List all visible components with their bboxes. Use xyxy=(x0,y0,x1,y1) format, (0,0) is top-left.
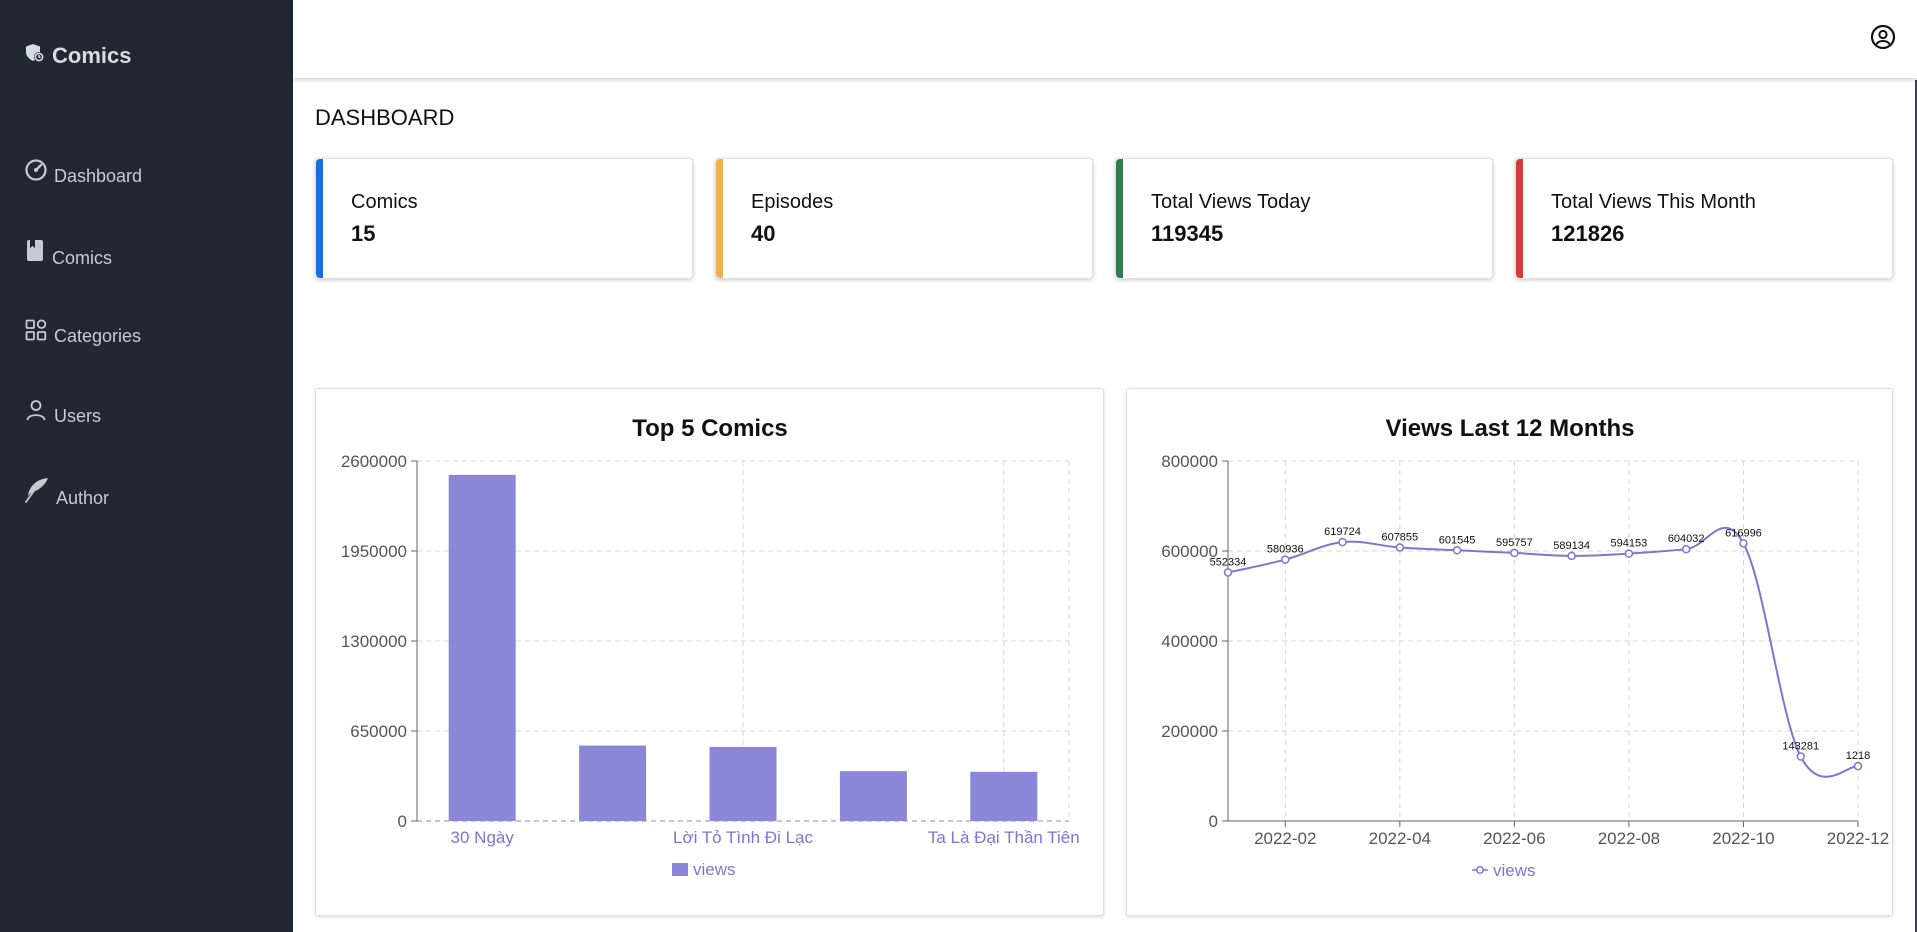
data-label: 552334 xyxy=(1210,556,1247,568)
sidebar-item-users[interactable]: Users xyxy=(24,398,101,427)
series-line xyxy=(1227,526,1859,778)
y-tick-label: 200000 xyxy=(1161,722,1218,741)
data-label: 589134 xyxy=(1553,540,1590,552)
data-point xyxy=(1395,543,1405,552)
card-value: 40 xyxy=(751,221,776,246)
x-tick-label: 2022-06 xyxy=(1483,829,1545,848)
bar xyxy=(448,474,516,821)
x-tick-label: 30 Ngày xyxy=(451,828,515,847)
feather-icon xyxy=(24,476,56,509)
x-tick-label: 2022-10 xyxy=(1712,829,1774,848)
card-accent-bar xyxy=(716,159,723,278)
card-title: Total Views This Month xyxy=(1551,191,1756,213)
sidebar-item-label: Categories xyxy=(54,326,142,346)
top-comics-chart: Top 5 Comics 0 650000 1300000 1950000 2600000… xyxy=(341,415,1080,879)
stat-card-views-today: Total Views Today 119345 xyxy=(1115,158,1493,279)
stat-card-views-month: Total Views This Month 121826 xyxy=(1515,158,1893,279)
data-point xyxy=(1510,548,1519,558)
bar xyxy=(839,771,907,821)
data-label: 604032 xyxy=(1668,533,1705,545)
top-comics-panel: Top 5 Comics 0 650000 1300000 1950000 2600000… xyxy=(315,388,1104,916)
data-point xyxy=(1624,549,1634,558)
data-label: 616996 xyxy=(1725,527,1762,539)
card-value: 121826 xyxy=(1551,221,1625,246)
card-title: Total Views Today xyxy=(1151,191,1311,213)
y-tick-label: 1300000 xyxy=(341,632,407,651)
data-point xyxy=(1796,752,1805,761)
sidebar-item-comics[interactable]: Comics xyxy=(24,238,112,269)
data-point xyxy=(1281,555,1290,564)
card-accent-bar xyxy=(1516,159,1523,278)
user-icon xyxy=(24,398,54,427)
sidebar-item-categories[interactable]: Categories xyxy=(24,318,141,347)
sidebar: Comics Dashboard Comics Categories Users… xyxy=(0,0,293,932)
data-label: 619724 xyxy=(1324,526,1361,538)
legend-swatch xyxy=(672,863,688,876)
card-title: Episodes xyxy=(751,191,834,213)
bar xyxy=(709,746,777,821)
x-tick-label: 2022-12 xyxy=(1827,829,1889,848)
legend-marker xyxy=(1476,866,1484,874)
data-point xyxy=(1223,568,1233,577)
categories-icon xyxy=(24,318,54,347)
sidebar-item-dashboard[interactable]: Dashboard xyxy=(24,158,142,187)
data-point xyxy=(1853,761,1863,771)
y-tick-label: 1950000 xyxy=(341,542,407,561)
y-tick-label: 0 xyxy=(398,812,407,831)
bar xyxy=(579,745,647,821)
brand-label: Comics xyxy=(52,42,132,68)
y-tick-label: 0 xyxy=(1209,812,1218,831)
shield-icon xyxy=(24,42,46,69)
data-label: 607855 xyxy=(1381,531,1418,543)
data-point xyxy=(1681,544,1691,554)
views-12-months-panel: Views Last 12 Months 0 200000 400000 600000 8… xyxy=(1126,388,1893,916)
x-tick-label: Ta Là Đại Thần Tiên xyxy=(928,828,1080,847)
stat-card-comics: Comics 15 xyxy=(315,158,693,279)
data-label: 594153 xyxy=(1611,538,1648,550)
data-point xyxy=(1567,551,1576,561)
card-title: Comics xyxy=(351,191,418,213)
chart-title: Top 5 Comics xyxy=(632,415,788,442)
data-label: 601545 xyxy=(1439,534,1476,546)
card-accent-bar xyxy=(1116,159,1123,278)
account-circle-icon[interactable] xyxy=(1870,24,1896,55)
sidebar-item-label: Dashboard xyxy=(54,166,143,186)
y-tick-label: 650000 xyxy=(350,722,407,741)
dashboard-icon xyxy=(24,158,54,187)
x-tick-label: Lời Tỏ Tình Đi Lạc xyxy=(673,828,813,847)
top-bar xyxy=(293,0,1917,78)
data-label: 1218 xyxy=(1846,750,1870,762)
data-label: 580936 xyxy=(1267,544,1304,556)
legend-label: views xyxy=(1493,861,1536,880)
x-tick-label: 2022-02 xyxy=(1254,829,1316,848)
views-chart: Views Last 12 Months02000004000006000008… xyxy=(1161,415,1889,880)
data-point xyxy=(1338,537,1347,547)
stat-card-episodes: Episodes 40 xyxy=(715,158,1093,279)
bar xyxy=(970,771,1038,821)
y-tick-label: 800000 xyxy=(1161,452,1218,471)
data-label: 595757 xyxy=(1496,537,1533,549)
x-tick-label: 2022-04 xyxy=(1369,829,1431,848)
sidebar-item-label: Author xyxy=(56,488,110,508)
x-tick-label: 2022-08 xyxy=(1598,829,1660,848)
y-tick-label: 2600000 xyxy=(341,452,407,471)
y-tick-label: 400000 xyxy=(1161,632,1218,651)
page-title: DASHBOARD xyxy=(315,105,455,130)
sidebar-item-author[interactable]: Author xyxy=(24,476,109,509)
data-label: 143281 xyxy=(1782,741,1819,753)
legend-label: views xyxy=(693,860,736,879)
data-point xyxy=(1739,539,1748,548)
book-icon xyxy=(24,238,52,269)
chart-title: Views Last 12 Months xyxy=(1386,415,1635,442)
card-value: 15 xyxy=(351,221,376,246)
sidebar-item-label: Comics xyxy=(52,248,113,268)
card-value: 119345 xyxy=(1151,221,1224,246)
card-accent-bar xyxy=(316,159,323,278)
brand[interactable]: Comics xyxy=(24,42,131,69)
sidebar-item-label: Users xyxy=(54,406,102,426)
data-point xyxy=(1452,546,1462,555)
